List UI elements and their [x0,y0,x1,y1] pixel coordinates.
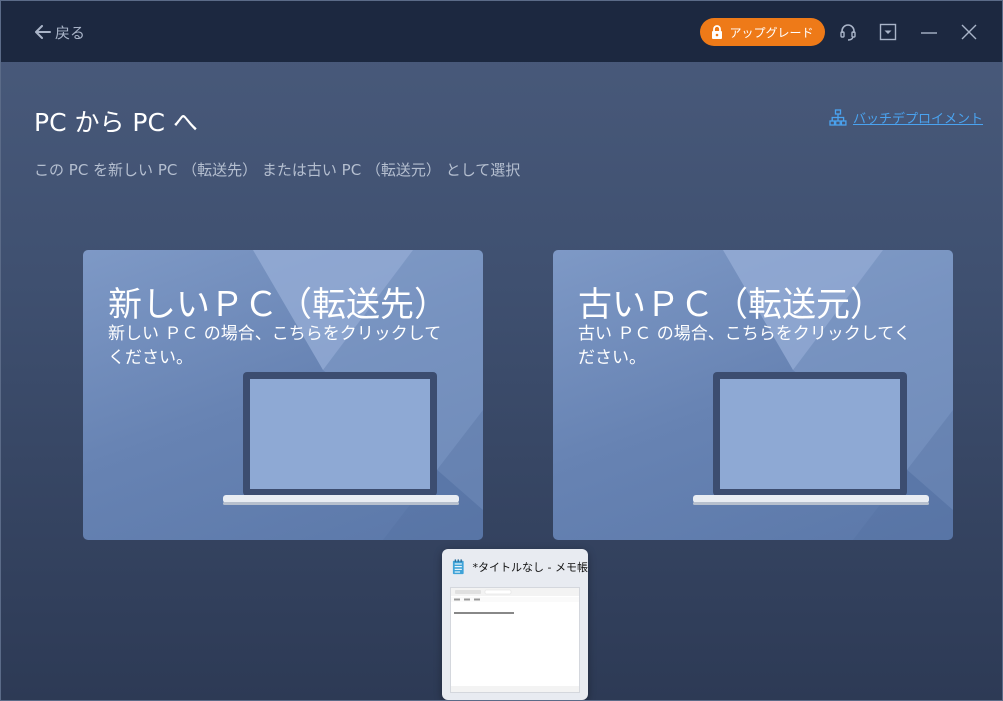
page-subtitle: この PC を新しい PC （転送先） または古い PC （転送元） として選択 [34,161,521,179]
lock-icon [712,25,723,39]
app-window: 戻る アップグレード PC から PC へ バッチデプロイメント この PC を… [0,0,1003,701]
laptop-icon [693,372,929,505]
back-button[interactable]: 戻る [35,21,85,43]
preview-title: *タイトルなし - メモ帳 [472,561,588,574]
notepad-thumbnail-graphic [451,588,579,692]
preview-header: *タイトルなし - メモ帳 [442,549,588,585]
support-headset-icon[interactable] [837,21,859,43]
upgrade-label: アップグレード [729,25,814,40]
batch-deployment-label: バッチデプロイメント [853,112,984,127]
notepad-icon [452,559,464,575]
notepad-thumbnail [450,587,580,693]
close-icon[interactable] [958,21,980,43]
new-pc-card[interactable]: 新しいＰＣ（転送先） 新しい ＰＣ の場合、こちらをクリックしてください。 [83,250,483,540]
network-hierarchy-icon [829,109,847,126]
card-description: 古い ＰＣ の場合、こちらをクリックしてください。 [578,324,911,368]
minimize-icon[interactable] [918,21,940,43]
back-label: 戻る [55,23,86,42]
laptop-icon [223,372,459,505]
upgrade-button[interactable]: アップグレード [700,18,825,46]
titlebar: 戻る アップグレード [1,1,1002,62]
card-title: 新しいＰＣ（転送先） [108,285,448,325]
card-description: 新しい ＰＣ の場合、こちらをクリックしてください。 [108,324,442,368]
batch-deployment-link[interactable]: バッチデプロイメント [829,108,983,127]
dropdown-menu-icon[interactable] [877,21,899,43]
taskbar-window-preview[interactable]: *タイトルなし - メモ帳 [442,549,588,700]
card-title: 古いＰＣ（転送元） [578,285,884,325]
page-title: PC から PC へ [34,108,198,137]
arrow-left-icon [35,25,51,39]
old-pc-card[interactable]: 古いＰＣ（転送元） 古い ＰＣ の場合、こちらをクリックしてください。 [553,250,953,540]
